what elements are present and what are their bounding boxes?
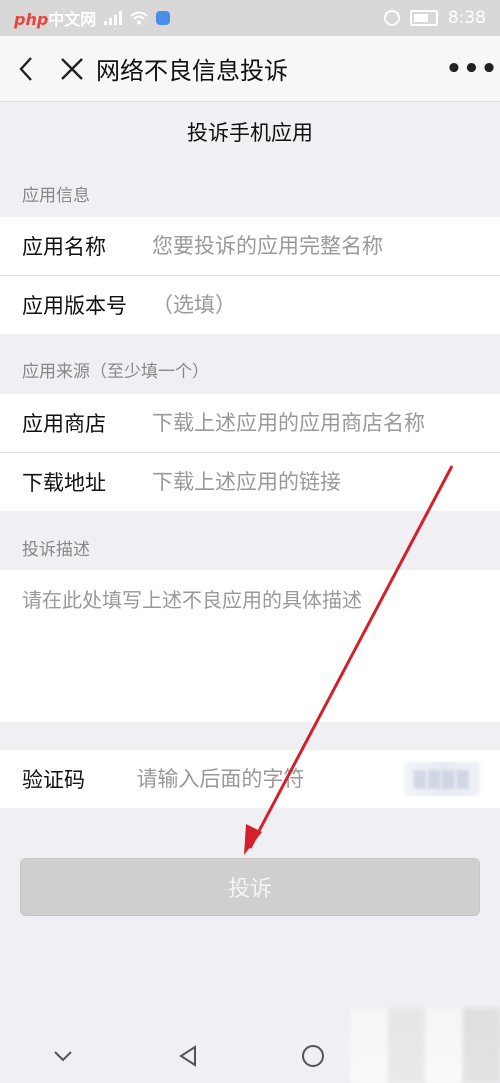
app-store-row: 应用商店: [0, 394, 500, 452]
download-url-row: 下载地址: [0, 453, 500, 511]
home-button[interactable]: [293, 1036, 333, 1076]
description-textarea[interactable]: [22, 584, 478, 708]
system-back-button[interactable]: [168, 1036, 208, 1076]
app-version-input[interactable]: [132, 293, 500, 317]
captcha-label: 验证码: [22, 768, 85, 792]
nav-bar: 网络不良信息投诉 •••: [0, 36, 500, 102]
signal-icon: [104, 11, 123, 25]
page-title: 投诉手机应用: [187, 121, 313, 145]
app-store-input[interactable]: [132, 411, 500, 435]
back-arrow-icon: [19, 56, 32, 81]
nav-title: 网络不良信息投诉: [96, 57, 288, 85]
app-version-label: 应用版本号: [22, 294, 127, 318]
more-options-button[interactable]: •••: [444, 36, 500, 102]
description-area: [0, 570, 500, 722]
section-label-app-source: 应用来源（至少填一个）: [22, 362, 209, 382]
app-name-label: 应用名称: [22, 235, 106, 259]
close-icon: [61, 57, 83, 80]
status-bar: php中文网 8:38: [0, 0, 500, 36]
download-url-label: 下载地址: [22, 471, 106, 495]
circle-home-icon: [301, 1044, 324, 1067]
status-time: 8:38: [447, 8, 486, 28]
collapse-button[interactable]: [43, 1036, 83, 1076]
mosaic-overlay: [350, 1008, 500, 1083]
app-store-label: 应用商店: [22, 412, 106, 436]
app-notification-icon: [156, 11, 171, 25]
captcha-row: 验证码 ▒▒▒▒: [0, 750, 500, 808]
captcha-image[interactable]: ▒▒▒▒: [404, 762, 480, 796]
section-label-description: 投诉描述: [22, 540, 90, 560]
back-button[interactable]: [0, 36, 52, 102]
wifi-icon: [130, 11, 148, 25]
close-button[interactable]: [52, 36, 92, 102]
triangle-back-icon: [178, 1044, 196, 1067]
download-url-input[interactable]: [132, 470, 500, 494]
submit-complaint-button[interactable]: 投诉: [20, 858, 480, 916]
watermark-logo: php中文网: [14, 10, 97, 29]
chevron-down-icon: [53, 1050, 72, 1061]
section-label-app-info: 应用信息: [22, 186, 90, 206]
alarm-icon: [383, 10, 400, 26]
app-name-row: 应用名称: [0, 217, 500, 275]
battery-icon: [409, 10, 438, 26]
captcha-input[interactable]: [116, 767, 405, 791]
app-version-row: 应用版本号: [0, 276, 500, 334]
app-name-input[interactable]: [132, 234, 500, 258]
